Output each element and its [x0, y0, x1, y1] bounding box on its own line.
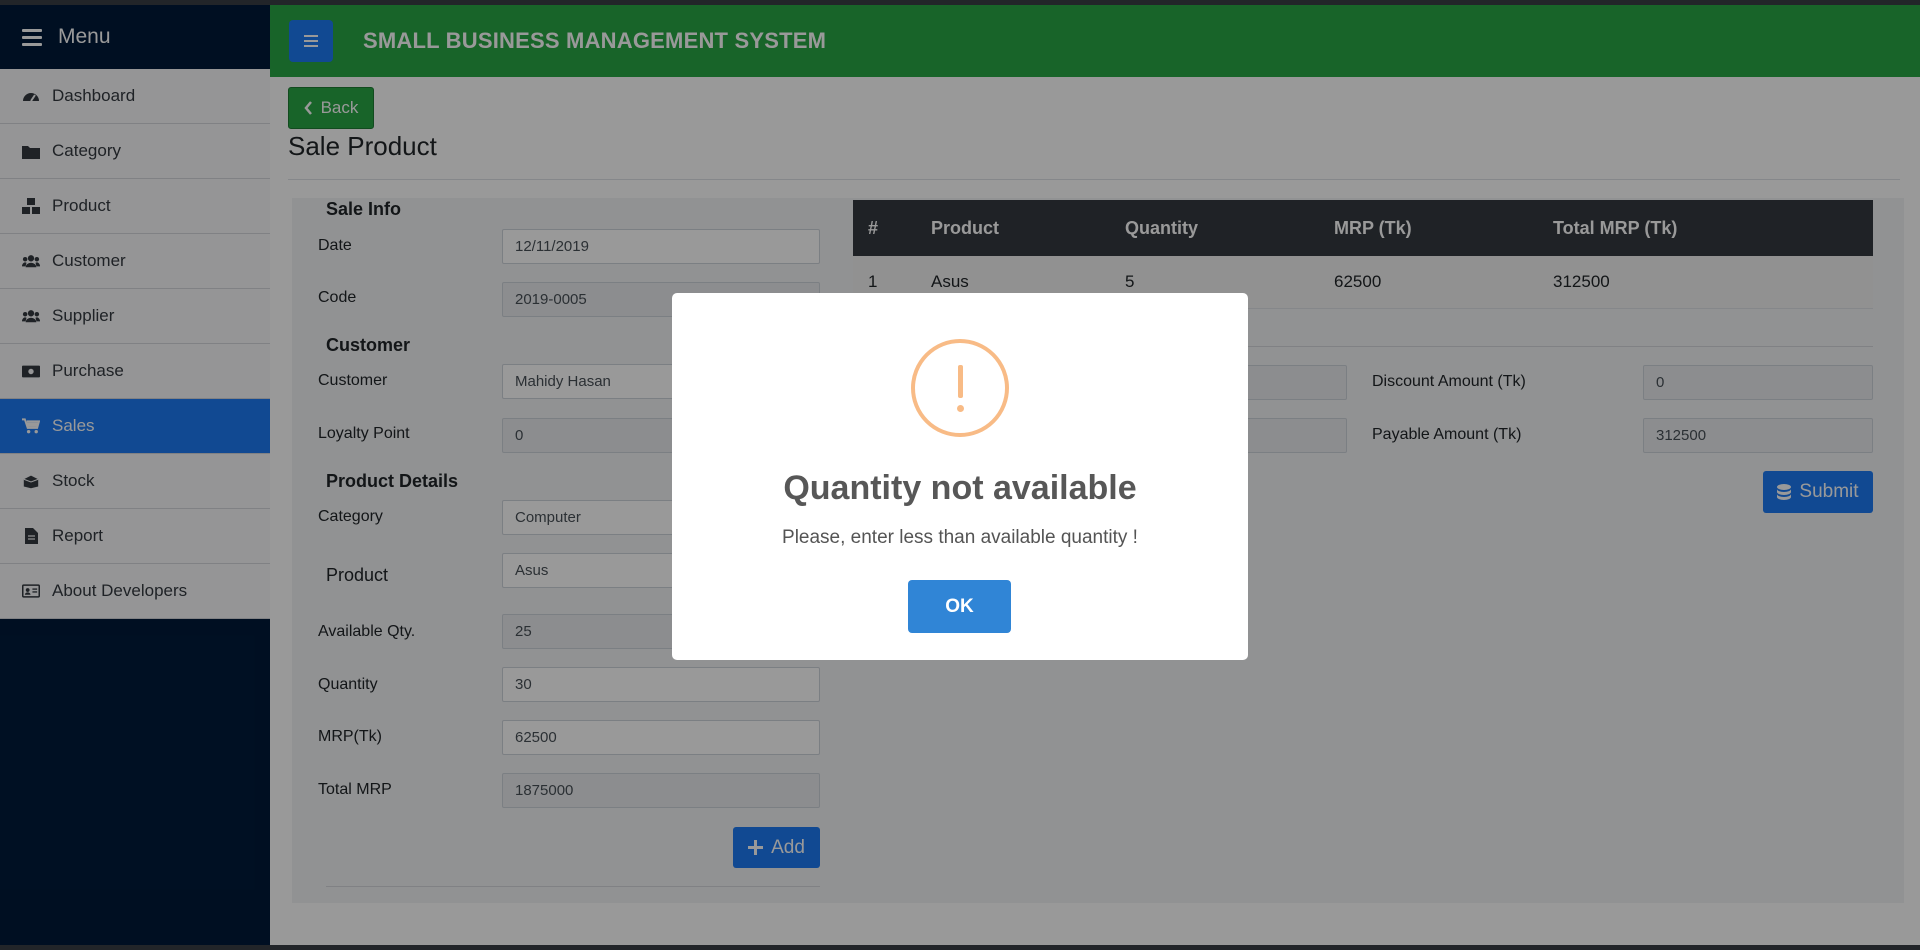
warning-icon	[911, 339, 1009, 437]
alert-dialog: Quantity not available Please, enter les…	[672, 293, 1248, 660]
dialog-title: Quantity not available	[783, 469, 1137, 507]
dialog-message: Please, enter less than available quanti…	[782, 527, 1138, 548]
ok-button[interactable]: OK	[908, 580, 1011, 633]
